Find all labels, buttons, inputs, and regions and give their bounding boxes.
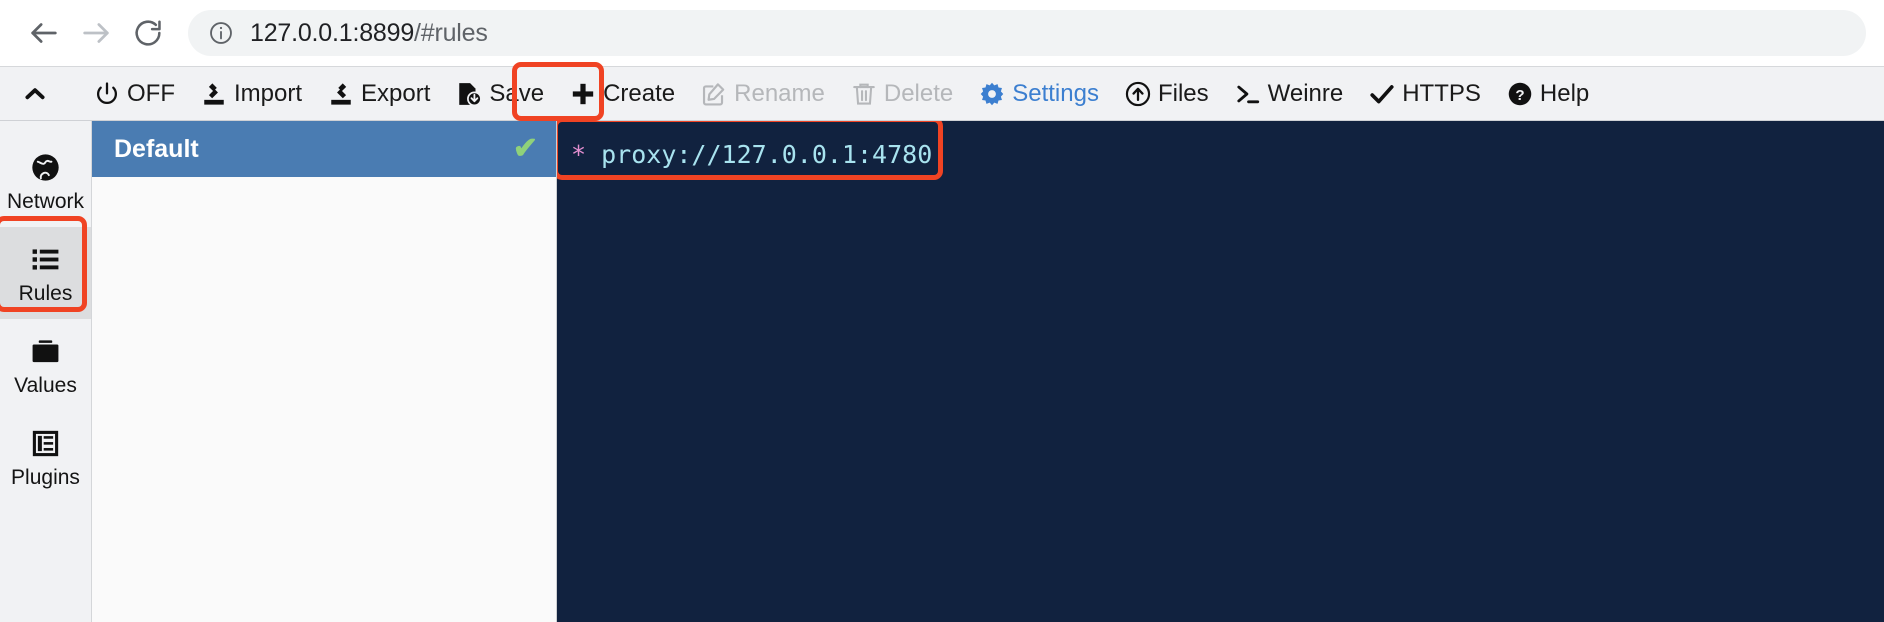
url-host: 127.0.0.1:8899 <box>250 18 415 47</box>
editor-line-1[interactable]: * proxy://127.0.0.1:4780 <box>557 136 1884 174</box>
sidebar: Network Rules Values Plugins <box>0 121 92 622</box>
rule-editor[interactable]: * proxy://127.0.0.1:4780 <box>557 121 1884 622</box>
rules-list-panel: Default ✔ <box>92 121 557 622</box>
https-label: HTTPS <box>1402 79 1481 107</box>
sidebar-label-network: Network <box>6 189 85 213</box>
plugins-icon <box>30 427 61 461</box>
save-icon <box>456 81 483 107</box>
delete-label: Delete <box>883 79 954 107</box>
files-label: Files <box>1157 79 1209 107</box>
settings-button[interactable]: Settings <box>966 67 1112 120</box>
create-label: Create <box>603 79 676 107</box>
sidebar-label-values: Values <box>14 373 77 397</box>
import-icon <box>201 81 227 107</box>
files-button[interactable]: Files <box>1112 67 1222 120</box>
import-button[interactable]: Import <box>188 67 315 120</box>
list-icon <box>30 243 61 277</box>
collapse-toolbar-button[interactable] <box>8 67 81 120</box>
browser-chrome: 127.0.0.1:8899/#rules <box>0 0 1884 66</box>
sidebar-item-plugins[interactable]: Plugins <box>0 411 91 503</box>
question-circle-icon: ? <box>1507 81 1533 107</box>
sidebar-item-network[interactable]: Network <box>0 135 91 227</box>
rule-name: Default <box>114 134 199 163</box>
import-label: Import <box>234 79 303 107</box>
code-token-pattern: * <box>571 140 587 169</box>
site-info-icon[interactable] <box>208 20 234 46</box>
table-row[interactable]: Default ✔ <box>92 121 556 177</box>
address-bar[interactable]: 127.0.0.1:8899/#rules <box>188 10 1866 56</box>
weinre-button[interactable]: Weinre <box>1222 67 1357 120</box>
save-button[interactable]: Save <box>443 67 557 120</box>
weinre-label: Weinre <box>1267 79 1344 107</box>
save-label: Save <box>489 79 545 107</box>
trash-icon <box>851 81 877 107</box>
sidebar-item-values[interactable]: Values <box>0 319 91 411</box>
export-icon <box>331 82 351 105</box>
export-label: Export <box>361 79 431 107</box>
rename-label: Rename <box>734 79 825 107</box>
export-button[interactable]: Export <box>315 67 443 120</box>
reload-icon <box>135 20 161 46</box>
svg-text:?: ? <box>1515 86 1524 103</box>
globe-icon <box>30 151 61 185</box>
arrow-left-icon <box>31 23 57 43</box>
delete-button: Delete <box>838 67 966 120</box>
create-button[interactable]: Create <box>557 67 688 120</box>
folder-icon <box>30 335 61 369</box>
forward-button[interactable] <box>70 7 122 59</box>
reload-button[interactable] <box>122 7 174 59</box>
power-icon <box>94 81 120 107</box>
https-button[interactable]: HTTPS <box>1356 67 1494 120</box>
help-label: Help <box>1539 79 1590 107</box>
plus-icon <box>570 81 596 107</box>
sidebar-label-plugins: Plugins <box>11 465 80 489</box>
rename-button: Rename <box>688 67 838 120</box>
terminal-icon <box>1235 81 1261 107</box>
app-toolbar: OFF Import Export Save Create Rename Del… <box>0 62 1884 121</box>
arrow-right-icon <box>83 23 109 43</box>
settings-label: Settings <box>1012 79 1099 107</box>
chevron-up-icon <box>22 81 48 107</box>
power-off-button[interactable]: OFF <box>81 67 188 120</box>
sidebar-label-rules: Rules <box>18 281 73 305</box>
sidebar-item-rules[interactable]: Rules <box>0 227 91 319</box>
url-text: 127.0.0.1:8899/#rules <box>250 19 488 48</box>
check-icon <box>1369 81 1395 107</box>
gear-icon <box>979 81 1005 107</box>
power-off-label: OFF <box>127 79 175 107</box>
upload-circle-icon <box>1125 81 1151 107</box>
app-body: Network Rules Values Plugins Default ✔ *… <box>0 121 1884 622</box>
help-button[interactable]: ? Help <box>1494 67 1602 120</box>
rule-enabled-check-icon[interactable]: ✔ <box>513 134 538 164</box>
url-path: /#rules <box>414 18 488 47</box>
edit-icon <box>701 81 727 107</box>
back-button[interactable] <box>18 7 70 59</box>
code-token-target: proxy://127.0.0.1:4780 <box>601 140 933 169</box>
